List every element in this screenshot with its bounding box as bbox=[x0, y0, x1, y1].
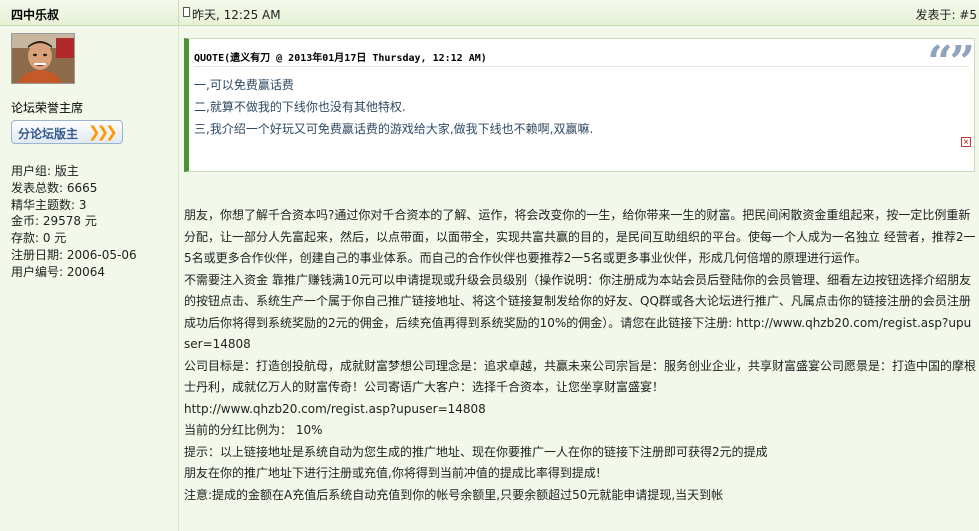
quote-line: 二,就算不做我的下线你也没有其他特权. bbox=[194, 100, 406, 114]
column-divider bbox=[178, 0, 179, 25]
avatar[interactable] bbox=[11, 33, 75, 84]
stat-deposit: 存款: 0 元 bbox=[11, 231, 67, 246]
post-body: 朋友，你想了解千合资本吗?通过你对千合资本的了解、运作，将会改变你的一生，给你带… bbox=[184, 205, 977, 506]
user-stats: 用户组: 版主 发表总数: 6665 精华主题数: 3 金币: 29578 元 … bbox=[11, 163, 137, 281]
chevron-right-icon: ❯❯❯ bbox=[88, 123, 118, 141]
post-paragraph: 朋友，你想了解千合资本吗?通过你对千合资本的了解、运作，将会改变你的一生，给你带… bbox=[184, 208, 976, 265]
post-document-icon bbox=[183, 7, 190, 17]
poster-username[interactable]: 四中乐叔 bbox=[11, 6, 59, 23]
post-timestamp: 昨天, 12:25 AM bbox=[192, 8, 281, 22]
stat-featured-threads: 精华主题数: 3 bbox=[11, 197, 87, 212]
badge-label: 分论坛版主 bbox=[18, 127, 79, 141]
post-paragraph: 提示：以上链接地址是系统自动为您生成的推广地址、现在你要推广一人在你的链接下注册… bbox=[184, 444, 768, 459]
quote-icon: “” bbox=[927, 37, 975, 88]
post-paragraph: 不需要注入资金 靠推广赚钱满10元可以申请提现或升级会员级别（操作说明：你注册成… bbox=[184, 272, 972, 352]
stat-user-group: 用户组: 版主 bbox=[11, 164, 79, 178]
quote-line: 三,我介绍一个好玩又可免费赢话费的游戏给大家,做我下线也不赖啊,双赢嘛. bbox=[194, 122, 594, 136]
user-title: 论坛荣誉主席 bbox=[11, 101, 84, 115]
post-paragraph: 注意:提成的金额在A充值后系统自动充值到你的帐号余额里,只要余额超过50元就能申… bbox=[184, 487, 724, 502]
moderator-badge[interactable]: 分论坛版主 ❯❯❯ bbox=[11, 120, 123, 144]
post-header: 四中乐叔 昨天, 12:25 AM 发表于: #5 bbox=[0, 0, 979, 26]
quote-header: QUOTE(遗义有刀 @ 2013年01月17日 Thursday, 12:12… bbox=[194, 53, 487, 64]
collapse-icon[interactable]: × bbox=[961, 137, 971, 147]
avatar-image bbox=[12, 34, 74, 83]
user-sidebar: 论坛荣誉主席 分论坛版主 ❯❯❯ 用户组: 版主 发表总数: 6665 精华主题… bbox=[0, 26, 179, 531]
post-paragraph: 当前的分红比例为： 10% bbox=[184, 423, 323, 437]
quote-divider bbox=[194, 66, 969, 67]
stat-post-count: 发表总数: 6665 bbox=[11, 180, 98, 195]
stat-gold: 金币: 29578 元 bbox=[11, 214, 97, 229]
stat-user-id: 用户编号: 20064 bbox=[11, 264, 106, 279]
post-number[interactable]: 发表于: #5 bbox=[915, 6, 977, 23]
post-paragraph: 朋友在你的推广地址下进行注册或充值,你将得到当前冲值的提成比率得到提成! bbox=[184, 466, 601, 480]
register-link[interactable]: http://www.qhzb20.com/regist.asp?upuser=… bbox=[184, 399, 977, 421]
quote-line: 一,可以免费赢话费 bbox=[194, 78, 294, 92]
stat-register-date: 注册日期: 2006-05-06 bbox=[11, 247, 137, 262]
quote-block: QUOTE(遗义有刀 @ 2013年01月17日 Thursday, 12:12… bbox=[184, 38, 975, 172]
post-paragraph: 公司目标是：打造创投航母，成就财富梦想公司理念是：追求卓越，共赢未来公司宗旨是：… bbox=[184, 358, 977, 395]
